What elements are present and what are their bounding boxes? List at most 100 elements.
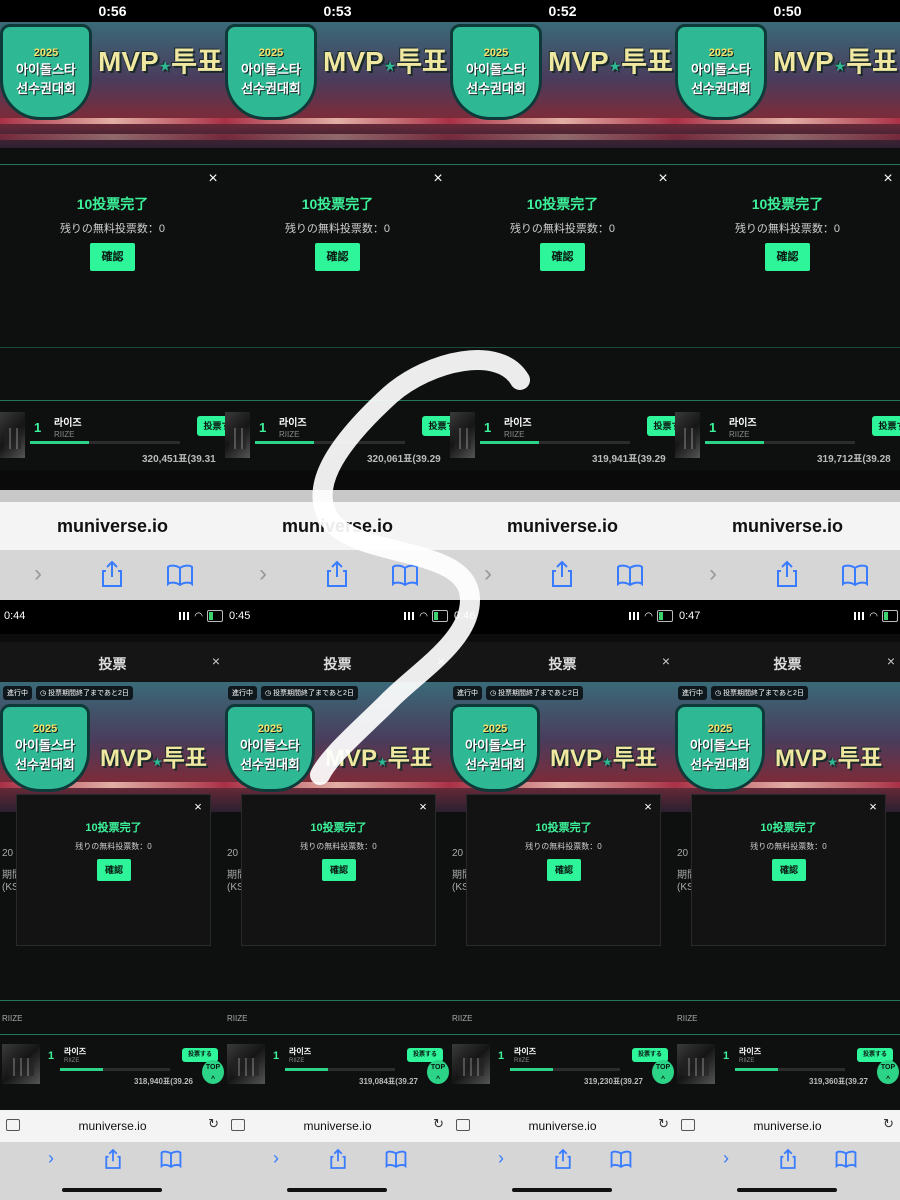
share-icon[interactable] bbox=[100, 560, 124, 588]
share-icon[interactable] bbox=[104, 1148, 122, 1170]
cellular-signal-icon bbox=[854, 612, 864, 620]
close-icon[interactable]: × bbox=[434, 653, 448, 669]
close-icon[interactable]: × bbox=[205, 170, 221, 188]
scroll-top-button[interactable]: TOP ^ bbox=[652, 1060, 674, 1084]
address-bar[interactable]: muniverse.io bbox=[675, 502, 900, 550]
artist-name-en: RIIZE bbox=[227, 1014, 248, 1023]
book-icon[interactable] bbox=[385, 1150, 407, 1169]
home-indicator bbox=[287, 1188, 387, 1192]
reload-icon[interactable]: ↻ bbox=[658, 1116, 669, 1132]
mvp-vote-title: MVP★투표 bbox=[98, 46, 223, 77]
share-icon[interactable] bbox=[779, 1148, 797, 1170]
book-icon[interactable] bbox=[616, 564, 644, 587]
chevron-right-icon[interactable]: › bbox=[723, 1148, 729, 1169]
scroll-top-button[interactable]: TOP ^ bbox=[202, 1060, 224, 1084]
book-icon[interactable] bbox=[610, 1150, 632, 1169]
confirm-button[interactable]: 確認 bbox=[315, 243, 360, 271]
idol-star-logo: 2025 아이돌스타 선수권대회 bbox=[675, 704, 765, 792]
reload-icon[interactable]: ↻ bbox=[208, 1116, 219, 1132]
close-icon[interactable]: × bbox=[209, 653, 223, 669]
address-bar[interactable]: muniverse.io bbox=[0, 502, 225, 550]
share-icon[interactable] bbox=[554, 1148, 572, 1170]
top-panel-3: 0:50 2025 아이돌스타 선수권대회 MVP★투표 × 10投票完了 残り… bbox=[675, 0, 900, 600]
address-bar[interactable]: muniverse.io bbox=[450, 502, 675, 550]
safari-toolbar: › bbox=[225, 550, 450, 600]
clock: 0:45 bbox=[229, 610, 251, 622]
artist-name-en: RIIZE bbox=[514, 1058, 530, 1064]
reload-icon[interactable]: ↻ bbox=[883, 1116, 894, 1132]
close-icon[interactable]: × bbox=[884, 653, 898, 669]
address-bar[interactable]: muniverse.io ↻ bbox=[0, 1110, 225, 1142]
share-icon[interactable] bbox=[550, 560, 574, 588]
scroll-top-button[interactable]: TOP ^ bbox=[427, 1060, 449, 1084]
bottom-screenshot-row: 0:44 ◠ 投票 × 進行中 ◷ 投票期間終了まであと2日 2025 아이돌스… bbox=[0, 600, 900, 1200]
mvp-vote-title: MVP★투표 bbox=[548, 46, 673, 77]
confirm-button[interactable]: 確認 bbox=[540, 243, 585, 271]
status-badge: 進行中 bbox=[678, 686, 707, 700]
ranking-row: 1 라이즈 RIIZE 320,451표(39.31 投票す bbox=[0, 404, 225, 465]
chevron-right-icon[interactable]: › bbox=[484, 560, 492, 588]
address-bar[interactable]: muniverse.io ↻ bbox=[450, 1110, 675, 1142]
book-icon[interactable] bbox=[841, 564, 869, 587]
event-banner: 2025 아이돌스타 선수권대회 MVP★투표 bbox=[450, 22, 675, 148]
vote-button[interactable]: 投票す bbox=[872, 416, 900, 436]
vote-button[interactable]: 投票す bbox=[197, 416, 225, 436]
vote-complete-modal: × 10投票完了 残りの無料投票数：0 確認 bbox=[241, 794, 436, 946]
chevron-right-icon[interactable]: › bbox=[498, 1148, 504, 1169]
status-bar: 0:46 ◠ bbox=[450, 600, 675, 634]
artist-thumbnail bbox=[225, 412, 250, 458]
confirm-button[interactable]: 確認 bbox=[772, 859, 806, 881]
close-icon[interactable]: × bbox=[659, 653, 673, 669]
vote-progress-fill bbox=[510, 1068, 553, 1071]
remaining-votes: 残りの無料投票数：0 bbox=[509, 223, 616, 235]
close-icon[interactable]: × bbox=[655, 170, 671, 188]
chevron-right-icon[interactable]: › bbox=[709, 560, 717, 588]
artist-name-en: RIIZE bbox=[739, 1058, 755, 1064]
vote-progress-bar bbox=[510, 1068, 620, 1071]
confirm-button[interactable]: 確認 bbox=[322, 859, 356, 881]
share-icon[interactable] bbox=[329, 1148, 347, 1170]
close-icon[interactable]: × bbox=[430, 170, 446, 188]
address-bar[interactable]: muniverse.io bbox=[225, 502, 450, 550]
close-icon[interactable]: × bbox=[880, 170, 896, 188]
book-icon[interactable] bbox=[166, 564, 194, 587]
close-icon[interactable]: × bbox=[867, 799, 879, 814]
vote-progress-fill bbox=[30, 441, 89, 444]
book-icon[interactable] bbox=[391, 564, 419, 587]
share-icon[interactable] bbox=[325, 560, 349, 588]
idol-star-logo: 2025 아이돌스타 선수권대회 bbox=[450, 704, 540, 792]
countdown-timer: 0:53 bbox=[225, 0, 450, 22]
vote-progress-bar bbox=[30, 441, 180, 444]
page-title: 投票 bbox=[323, 656, 352, 672]
confirm-button[interactable]: 確認 bbox=[547, 859, 581, 881]
address-bar[interactable]: muniverse.io ↻ bbox=[225, 1110, 450, 1142]
confirm-button[interactable]: 確認 bbox=[765, 243, 810, 271]
vote-button[interactable]: 投票す bbox=[647, 416, 675, 436]
idol-star-logo: 2025 아이돌스타 선수권대회 bbox=[225, 704, 315, 792]
chevron-right-icon[interactable]: › bbox=[34, 560, 42, 588]
close-icon[interactable]: × bbox=[642, 799, 654, 814]
share-icon[interactable] bbox=[775, 560, 799, 588]
clock: 0:47 bbox=[679, 610, 701, 622]
book-icon[interactable] bbox=[160, 1150, 182, 1169]
confirm-button[interactable]: 確認 bbox=[90, 243, 135, 271]
reload-icon[interactable]: ↻ bbox=[433, 1116, 444, 1132]
artist-thumbnail bbox=[227, 1044, 265, 1084]
ranking-row: 1 라이즈 RIIZE 320,061표(39.29 投票す bbox=[225, 404, 450, 465]
close-icon[interactable]: × bbox=[192, 799, 204, 814]
chevron-right-icon[interactable]: › bbox=[48, 1148, 54, 1169]
vote-progress-fill bbox=[480, 441, 539, 444]
confirm-button[interactable]: 確認 bbox=[97, 859, 131, 881]
book-icon[interactable] bbox=[835, 1150, 857, 1169]
wifi-icon: ◠ bbox=[869, 611, 878, 622]
close-icon[interactable]: × bbox=[417, 799, 429, 814]
chevron-right-icon[interactable]: › bbox=[259, 560, 267, 588]
event-banner: 進行中 ◷ 投票期間終了まであと2日 2025 아이돌스타 선수권대회 MVP★… bbox=[225, 682, 450, 812]
rank-number: 1 bbox=[498, 1050, 505, 1062]
address-bar[interactable]: muniverse.io ↻ bbox=[675, 1110, 900, 1142]
scroll-top-button[interactable]: TOP ^ bbox=[877, 1060, 899, 1084]
chevron-right-icon[interactable]: › bbox=[273, 1148, 279, 1169]
status-badge: 進行中 bbox=[453, 686, 482, 700]
vote-button[interactable]: 投票す bbox=[422, 416, 450, 436]
home-indicator bbox=[737, 1188, 837, 1192]
